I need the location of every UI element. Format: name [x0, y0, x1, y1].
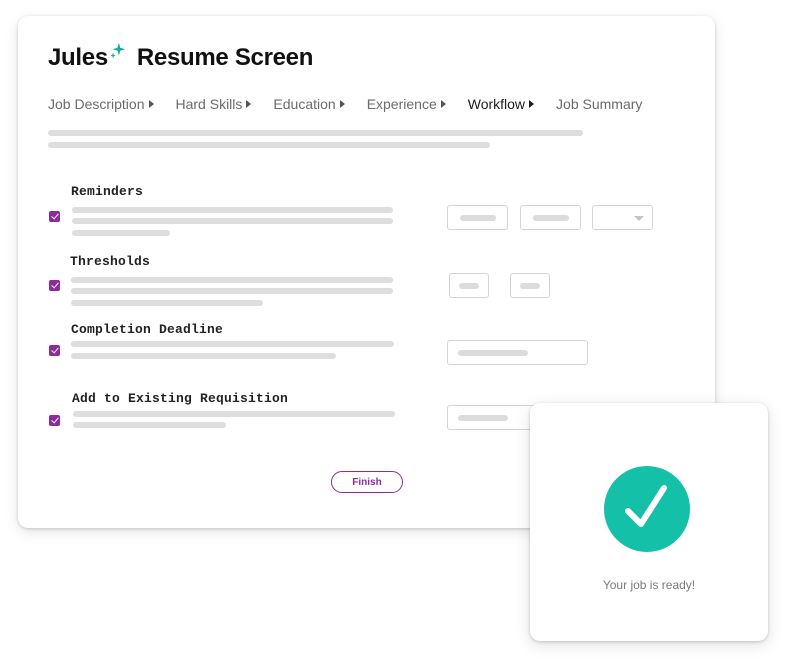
tab-job-description[interactable]: Job Description — [48, 96, 154, 112]
reminder-field-1[interactable] — [447, 205, 508, 230]
placeholder-line — [72, 230, 170, 236]
tab-workflow[interactable]: Workflow — [467, 96, 535, 112]
tab-label: Education — [273, 96, 336, 112]
workflow-tabs: Job Description Hard Skills Education Ex… — [48, 96, 642, 112]
sparkle-icon — [110, 42, 126, 59]
reminder-dropdown[interactable] — [592, 205, 653, 230]
job-ready-notification: Your job is ready! — [530, 403, 768, 641]
chevron-right-icon — [246, 100, 252, 108]
tab-label: Experience — [366, 96, 437, 112]
placeholder-line — [72, 207, 393, 213]
field-placeholder — [460, 214, 496, 221]
completion-deadline-checkbox[interactable] — [49, 345, 60, 356]
section-label-completion-deadline: Completion Deadline — [71, 322, 224, 337]
placeholder-line — [73, 422, 226, 428]
placeholder-line — [71, 341, 394, 347]
brand-name: Jules — [48, 44, 108, 71]
chevron-right-icon — [339, 100, 345, 108]
tab-label: Job Summary — [556, 96, 643, 112]
title-row: Jules Resume Screen — [48, 42, 314, 72]
field-placeholder — [520, 282, 540, 289]
page-title: Resume Screen — [136, 44, 314, 71]
placeholder-line — [71, 300, 263, 306]
field-placeholder — [459, 282, 479, 289]
chevron-down-icon — [634, 215, 644, 221]
tab-hard-skills[interactable]: Hard Skills — [176, 96, 252, 112]
chevron-right-icon — [148, 100, 154, 108]
field-placeholder — [458, 414, 508, 421]
chevron-right-icon — [440, 100, 446, 108]
completion-deadline-field[interactable] — [447, 340, 588, 365]
ready-message: Your job is ready! — [602, 578, 696, 592]
tab-experience[interactable]: Experience — [367, 96, 446, 112]
success-circle — [604, 466, 690, 552]
tab-label: Workflow — [467, 96, 526, 112]
placeholder-line — [71, 353, 336, 359]
threshold-field-1[interactable] — [449, 273, 489, 298]
placeholder-line — [71, 288, 393, 294]
placeholder-line — [72, 218, 393, 224]
chevron-right-icon — [529, 100, 535, 108]
tab-label: Job Description — [48, 96, 145, 112]
tab-education[interactable]: Education — [273, 96, 345, 112]
reminder-field-2[interactable] — [520, 205, 581, 230]
add-to-requisition-checkbox[interactable] — [49, 415, 60, 426]
tab-job-summary[interactable]: Job Summary — [556, 96, 642, 112]
field-placeholder — [458, 349, 528, 356]
section-label-thresholds: Thresholds — [70, 254, 151, 269]
finish-button[interactable]: Finish — [331, 471, 403, 493]
section-label-add-to-existing-requisition: Add to Existing Requisition — [72, 391, 289, 406]
intro-placeholder-line — [48, 130, 583, 136]
thresholds-checkbox[interactable] — [49, 280, 60, 291]
checkmark-icon — [625, 485, 667, 527]
intro-placeholder-line — [48, 142, 490, 148]
threshold-field-2[interactable] — [510, 273, 550, 298]
tab-label: Hard Skills — [175, 96, 243, 112]
placeholder-line — [73, 411, 395, 417]
placeholder-line — [71, 277, 393, 283]
reminders-checkbox[interactable] — [49, 211, 60, 222]
section-label-reminders: Reminders — [71, 184, 144, 199]
field-placeholder — [533, 214, 569, 221]
